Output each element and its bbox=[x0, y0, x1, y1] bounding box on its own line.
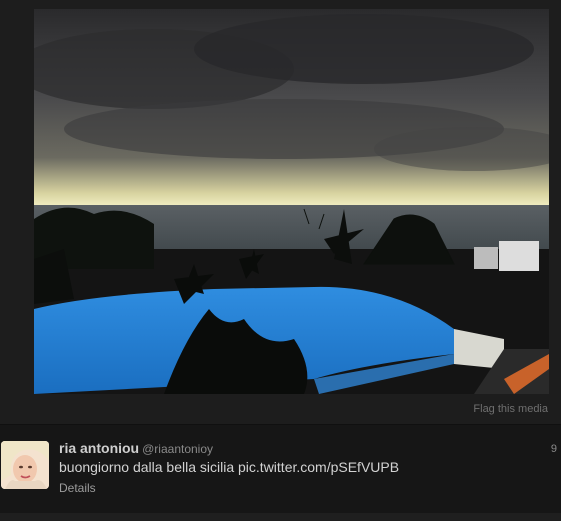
details-link[interactable]: Details bbox=[59, 481, 96, 495]
tweet-header: ria antoniou @riaantonioy bbox=[59, 440, 213, 458]
media-viewer: Flag this media bbox=[0, 0, 561, 424]
tweet-timestamp[interactable]: 9 bbox=[551, 443, 557, 455]
photo-image bbox=[34, 9, 549, 394]
user-fullname[interactable]: ria antoniou bbox=[59, 440, 139, 456]
avatar[interactable] bbox=[1, 441, 49, 489]
tweet-text: buongiorno dalla bella sicilia pic.twitt… bbox=[59, 459, 399, 475]
tweet-text-body: buongiorno dalla bella sicilia bbox=[59, 459, 239, 475]
tweet-photo[interactable] bbox=[34, 9, 549, 394]
user-screenname[interactable]: @riaantonioy bbox=[142, 442, 213, 456]
flag-media-link[interactable]: Flag this media bbox=[473, 403, 548, 415]
avatar-image bbox=[1, 441, 49, 489]
bottom-bar bbox=[0, 513, 561, 521]
divider bbox=[0, 424, 561, 425]
tweet-media-link[interactable]: pic.twitter.com/pSEfVUPB bbox=[238, 459, 399, 475]
